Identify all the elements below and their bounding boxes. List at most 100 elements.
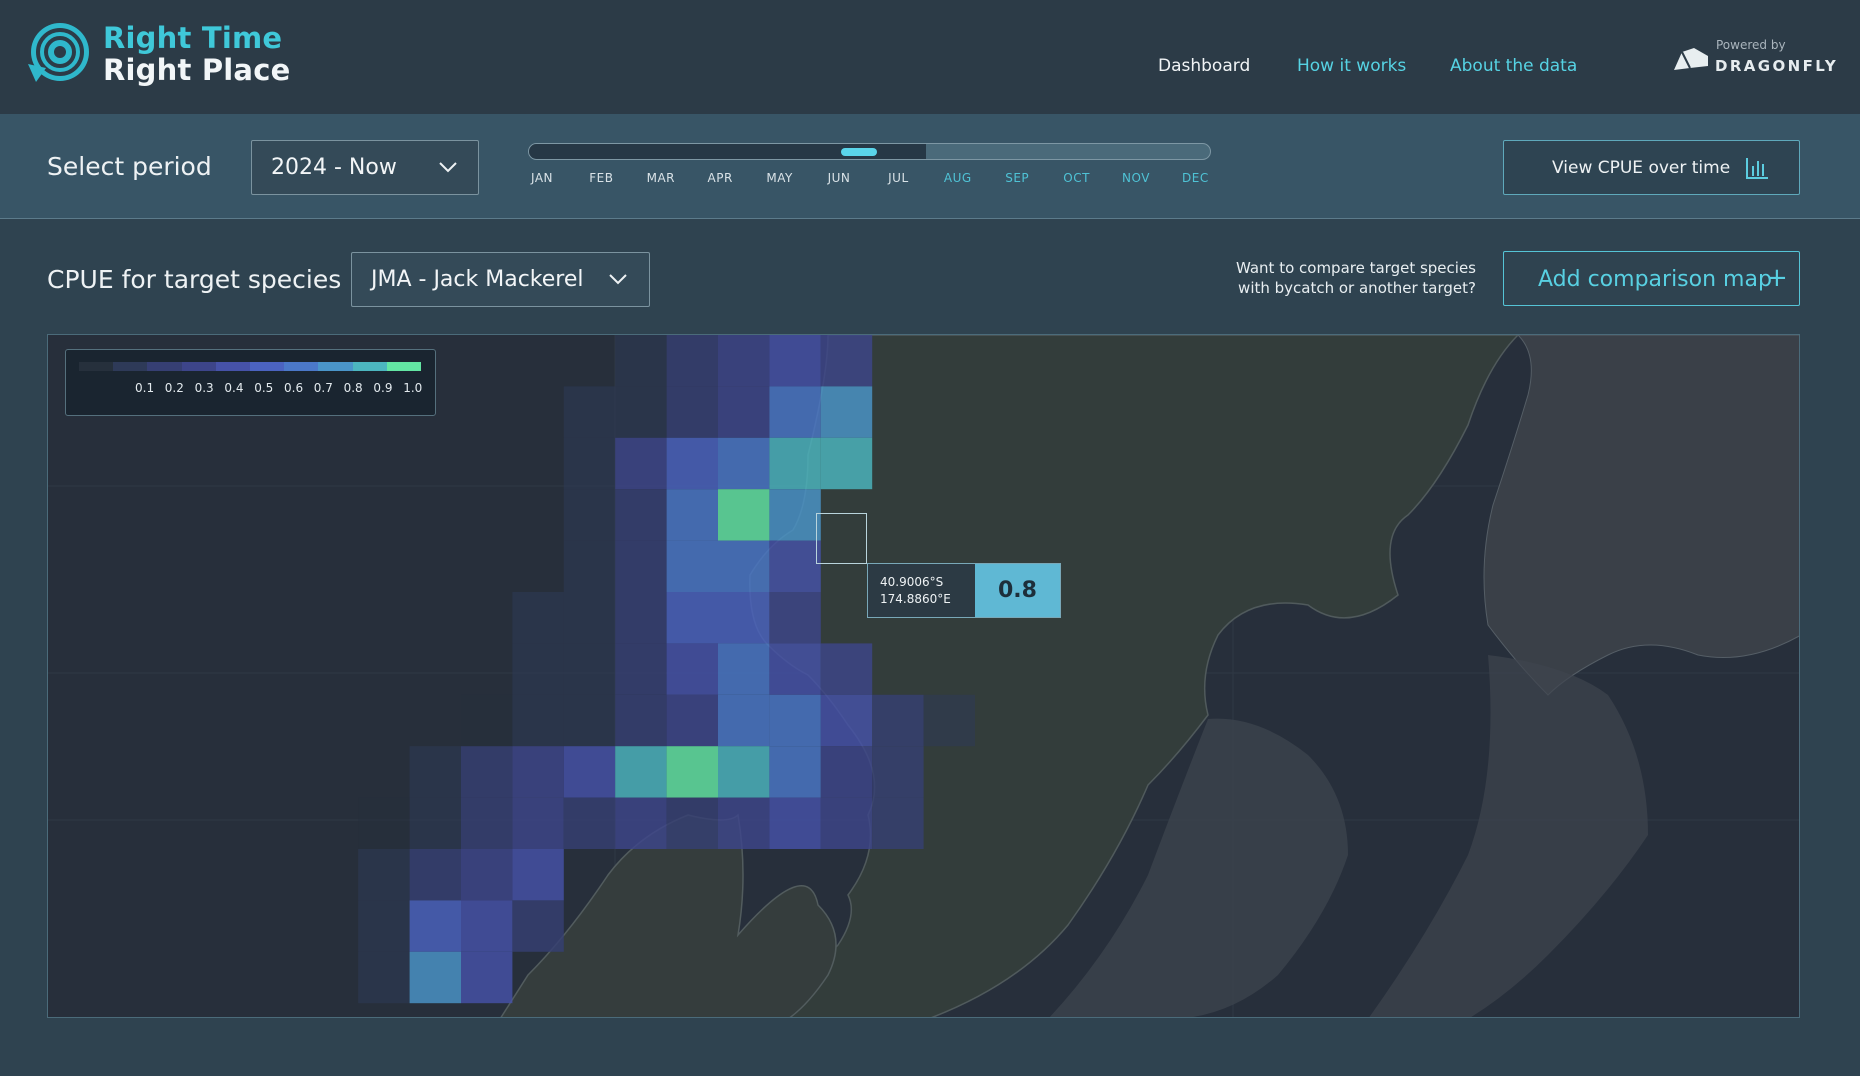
cpue-cell[interactable] (358, 797, 410, 849)
cpue-cell[interactable] (409, 797, 461, 849)
cpue-cell[interactable] (461, 797, 513, 849)
month-may[interactable]: MAY (760, 171, 800, 185)
cpue-cell[interactable] (512, 592, 564, 644)
cpue-cell[interactable] (563, 592, 616, 644)
cpue-cell[interactable] (769, 540, 821, 592)
cpue-cell[interactable] (358, 849, 410, 901)
cpue-cell[interactable] (358, 951, 410, 1004)
cpue-cell[interactable] (409, 951, 461, 1004)
cpue-cell[interactable] (563, 643, 616, 695)
month-aug[interactable]: AUG (938, 171, 978, 185)
cpue-cell[interactable] (872, 746, 924, 798)
cpue-cell[interactable] (820, 797, 873, 849)
cpue-cell[interactable] (820, 694, 873, 747)
cpue-cell[interactable] (512, 746, 564, 798)
cpue-cell[interactable] (615, 797, 667, 849)
cpue-cell[interactable] (666, 335, 718, 387)
cpue-cell[interactable] (409, 849, 461, 901)
cpue-cell[interactable] (769, 437, 821, 490)
month-jun[interactable]: JUN (819, 171, 859, 185)
cpue-cell[interactable] (563, 746, 616, 798)
cpue-cell[interactable] (666, 694, 718, 747)
cpue-cell[interactable] (718, 797, 770, 849)
view-cpue-over-time-button[interactable]: View CPUE over time (1503, 140, 1800, 195)
cpue-cell[interactable] (666, 797, 718, 849)
cpue-cell[interactable] (718, 386, 770, 438)
cpue-cell[interactable] (512, 643, 564, 695)
nav-how-it-works[interactable]: How it works (1297, 56, 1406, 76)
cpue-cell[interactable] (718, 694, 770, 747)
cpue-cell[interactable] (615, 335, 667, 387)
cpue-cell[interactable] (563, 694, 616, 747)
cpue-cell[interactable] (615, 489, 667, 541)
cpue-cell[interactable] (461, 694, 513, 747)
cpue-cell[interactable] (563, 489, 616, 541)
cpue-cell[interactable] (409, 900, 461, 952)
species-select[interactable]: JMA - Jack Mackerel (351, 252, 650, 307)
cpue-cell[interactable] (820, 437, 873, 490)
month-feb[interactable]: FEB (581, 171, 621, 185)
period-select[interactable]: 2024 - Now (251, 140, 479, 195)
cpue-cell[interactable] (563, 797, 616, 849)
cpue-cell[interactable] (512, 797, 564, 849)
cpue-cell[interactable] (615, 540, 667, 592)
cpue-cell[interactable] (718, 540, 770, 592)
cpue-cell[interactable] (769, 694, 821, 747)
cpue-cell[interactable] (461, 951, 513, 1004)
cpue-cell[interactable] (718, 746, 770, 798)
cpue-cell[interactable] (512, 849, 564, 901)
cpue-cell[interactable] (563, 437, 616, 490)
month-nov[interactable]: NOV (1116, 171, 1156, 185)
cpue-cell[interactable] (769, 643, 821, 695)
cpue-cell[interactable] (666, 643, 718, 695)
cpue-cell[interactable] (820, 335, 873, 387)
cpue-cell[interactable] (666, 437, 718, 490)
cpue-cell[interactable] (820, 386, 873, 438)
cpue-cell[interactable] (872, 694, 924, 747)
cpue-cell[interactable] (718, 489, 770, 541)
cpue-cell[interactable] (615, 694, 667, 747)
cpue-cell[interactable] (461, 746, 513, 798)
month-jul[interactable]: JUL (878, 171, 918, 185)
cpue-cell[interactable] (718, 643, 770, 695)
cpue-heatmap-map[interactable] (47, 334, 1800, 1018)
cpue-cell[interactable] (718, 437, 770, 490)
cpue-cell[interactable] (718, 335, 770, 387)
cpue-cell[interactable] (923, 694, 975, 747)
cpue-cell[interactable] (666, 746, 718, 798)
selected-cell-highlight[interactable] (816, 513, 867, 564)
month-oct[interactable]: OCT (1057, 171, 1097, 185)
month-mar[interactable]: MAR (641, 171, 681, 185)
cpue-cell[interactable] (512, 900, 564, 952)
cpue-cell[interactable] (769, 592, 821, 644)
cpue-cell[interactable] (769, 335, 821, 387)
cpue-cell[interactable] (512, 694, 564, 747)
cpue-cell[interactable] (461, 900, 513, 952)
cpue-cell[interactable] (666, 540, 718, 592)
cpue-cell[interactable] (666, 592, 718, 644)
dragonfly-wordmark[interactable]: DRAGONFLY (1715, 57, 1838, 75)
cpue-cell[interactable] (461, 849, 513, 901)
cpue-cell[interactable] (358, 900, 410, 952)
cpue-cell[interactable] (769, 386, 821, 438)
cpue-cell[interactable] (718, 592, 770, 644)
cpue-cell[interactable] (820, 643, 873, 695)
cpue-cell[interactable] (666, 489, 718, 541)
brand-name[interactable]: Right Time Right Place (103, 22, 290, 86)
cpue-cell[interactable] (409, 746, 461, 798)
cpue-cell[interactable] (769, 797, 821, 849)
cpue-cell[interactable] (666, 386, 718, 438)
month-sep[interactable]: SEP (997, 171, 1037, 185)
add-comparison-map-button[interactable]: Add comparison map + (1503, 251, 1800, 306)
cpue-cell[interactable] (615, 643, 667, 695)
nav-about-the-data[interactable]: About the data (1450, 56, 1577, 76)
cpue-cell[interactable] (769, 489, 821, 541)
month-jan[interactable]: JAN (522, 171, 562, 185)
cpue-cell[interactable] (769, 746, 821, 798)
cpue-cell[interactable] (615, 386, 667, 438)
nav-dashboard[interactable]: Dashboard (1158, 56, 1250, 76)
cpue-cell[interactable] (563, 386, 616, 438)
cpue-cell[interactable] (615, 592, 667, 644)
month-dec[interactable]: DEC (1175, 171, 1215, 185)
cpue-cell[interactable] (872, 797, 924, 849)
